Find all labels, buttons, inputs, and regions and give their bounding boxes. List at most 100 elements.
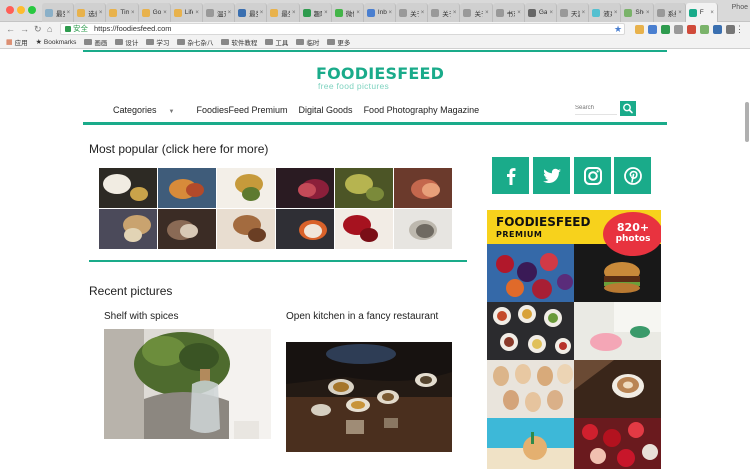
browser-tab[interactable]: 天涯× — [557, 3, 590, 22]
card-image-kitchen[interactable] — [286, 342, 452, 452]
extension-icon[interactable] — [726, 25, 735, 34]
instagram-button[interactable] — [574, 157, 611, 194]
search-input[interactable] — [575, 101, 617, 115]
thumb-limes-greens[interactable] — [335, 168, 393, 208]
bookmark-item[interactable]: 软件教程 — [221, 37, 257, 47]
minimize-window-button[interactable] — [17, 6, 25, 14]
browser-tab[interactable]: 选秀× — [74, 3, 107, 22]
extension-icon[interactable] — [661, 25, 670, 34]
browser-tab[interactable]: Gou× — [138, 3, 171, 22]
tab-close-icon[interactable]: × — [708, 10, 714, 16]
bookmark-item[interactable]: ▦ 应用 — [6, 37, 28, 47]
bookmark-item[interactable]: 画画 — [84, 37, 107, 47]
twitter-button[interactable] — [533, 157, 570, 194]
browser-tab[interactable]: Tim× — [106, 3, 139, 22]
premium-ad[interactable]: FOODIESFEED PREMIUM 820+ photos — [487, 210, 661, 469]
extension-icon[interactable] — [674, 25, 683, 34]
thumb-toast-board[interactable] — [158, 168, 216, 208]
home-icon[interactable]: ⌂ — [47, 22, 52, 36]
thumb-berries-dark[interactable] — [276, 168, 334, 208]
tab-close-icon[interactable]: × — [129, 10, 135, 16]
nav-digital-goods[interactable]: Digital Goods — [299, 105, 353, 115]
tab-close-icon[interactable]: × — [547, 10, 553, 16]
browser-tab[interactable]: Life× — [170, 3, 203, 22]
nav-premium[interactable]: FoodiesFeed Premium — [196, 105, 287, 115]
tab-close-icon[interactable]: × — [419, 10, 425, 16]
browser-tab[interactable]: 最受× — [42, 3, 75, 22]
tab-close-icon[interactable]: × — [644, 10, 650, 16]
tab-close-icon[interactable]: × — [483, 10, 489, 16]
browser-tab[interactable]: 温齐× — [202, 3, 236, 22]
tab-close-icon[interactable]: × — [65, 10, 71, 16]
bookmark-item[interactable]: 学习 — [146, 37, 169, 47]
tab-close-icon[interactable]: × — [226, 10, 232, 16]
thumb-pasta-plate[interactable] — [99, 168, 157, 208]
star-icon[interactable]: ★ — [614, 22, 622, 36]
reload-icon[interactable]: ↻ — [34, 22, 42, 36]
thumb-pineapple[interactable] — [217, 168, 275, 208]
browser-tab[interactable]: Inbo× — [363, 3, 397, 22]
tab-close-icon[interactable]: × — [322, 10, 328, 16]
url-text[interactable]: https://foodiesfeed.com — [94, 24, 172, 33]
thumb-shellfish[interactable] — [394, 168, 452, 208]
nav-categories[interactable]: Categories ▼ — [113, 105, 185, 115]
browser-tab[interactable]: 关于× — [460, 3, 493, 22]
tab-close-icon[interactable]: × — [676, 10, 682, 16]
extension-icon[interactable] — [687, 25, 696, 34]
browser-tab[interactable]: 系统× — [653, 3, 686, 22]
more-menu-icon[interactable]: ⋮ — [735, 23, 744, 35]
browser-tab[interactable]: 最受× — [267, 3, 300, 22]
tab-close-icon[interactable]: × — [290, 10, 296, 16]
bookmark-item[interactable]: 设计 — [115, 37, 138, 47]
card-title-spices[interactable]: Shelf with spices — [104, 310, 274, 323]
thumb-table-spread[interactable] — [99, 209, 157, 249]
profile-name[interactable]: Phoe — [732, 4, 748, 11]
bookmark-item[interactable]: 工具 — [265, 37, 288, 47]
back-icon[interactable]: ← — [6, 22, 15, 36]
browser-tab[interactable]: 最受× — [235, 3, 268, 22]
tab-close-icon[interactable]: × — [580, 10, 586, 16]
tab-close-icon[interactable]: × — [193, 10, 199, 16]
thumb-fruit-slate[interactable] — [276, 209, 334, 249]
browser-tab[interactable]: 关于× — [428, 3, 461, 22]
tab-close-icon[interactable]: × — [97, 10, 103, 16]
extension-icon[interactable] — [648, 25, 657, 34]
extension-icon[interactable] — [713, 25, 722, 34]
facebook-button[interactable] — [492, 157, 529, 194]
bookmark-item[interactable]: ★ Bookmarks — [36, 38, 77, 47]
close-window-button[interactable] — [6, 6, 14, 14]
browser-tab[interactable]: Sho× — [621, 3, 654, 22]
bookmark-item[interactable]: 临时 — [296, 37, 319, 47]
nav-magazine[interactable]: Food Photography Magazine — [364, 105, 480, 115]
address-bar[interactable]: 安全 https://foodiesfeed.com — [60, 23, 625, 35]
browser-tab[interactable]: 书东× — [492, 3, 525, 22]
popular-heading[interactable]: Most popular (click here for more) — [89, 142, 268, 156]
thumb-latte[interactable] — [217, 209, 275, 249]
extension-icon[interactable] — [635, 25, 644, 34]
tab-close-icon[interactable]: × — [258, 10, 264, 16]
browser-tab[interactable]: 趣歌× — [299, 3, 332, 22]
extension-icon[interactable] — [700, 25, 709, 34]
thumb-cherries-bowl[interactable] — [335, 209, 393, 249]
bookmark-item[interactable]: 更多 — [327, 37, 350, 47]
pinterest-button[interactable] — [614, 157, 651, 194]
tab-close-icon[interactable]: × — [451, 10, 457, 16]
browser-tab[interactable]: F × — [685, 3, 718, 22]
browser-tab[interactable]: 微信× — [331, 3, 364, 22]
tab-close-icon[interactable]: × — [612, 10, 618, 16]
forward-icon[interactable]: → — [20, 22, 29, 36]
tab-close-icon[interactable]: × — [515, 10, 521, 16]
browser-tab[interactable]: 液系× — [589, 3, 622, 22]
card-image-spices[interactable] — [104, 329, 271, 439]
maximize-window-button[interactable] — [28, 6, 36, 14]
search-button[interactable] — [620, 101, 636, 116]
browser-tab[interactable]: 关于× — [396, 3, 429, 22]
tab-close-icon[interactable]: × — [161, 10, 167, 16]
page-scrollbar[interactable] — [745, 102, 749, 142]
thumb-coffee-table[interactable] — [158, 209, 216, 249]
bookmark-item[interactable]: 杂七杂八 — [177, 37, 213, 47]
browser-tab[interactable]: Galt× — [524, 3, 557, 22]
thumb-notebook[interactable] — [394, 209, 452, 249]
tab-close-icon[interactable]: × — [387, 10, 393, 16]
tab-close-icon[interactable]: × — [354, 10, 360, 16]
